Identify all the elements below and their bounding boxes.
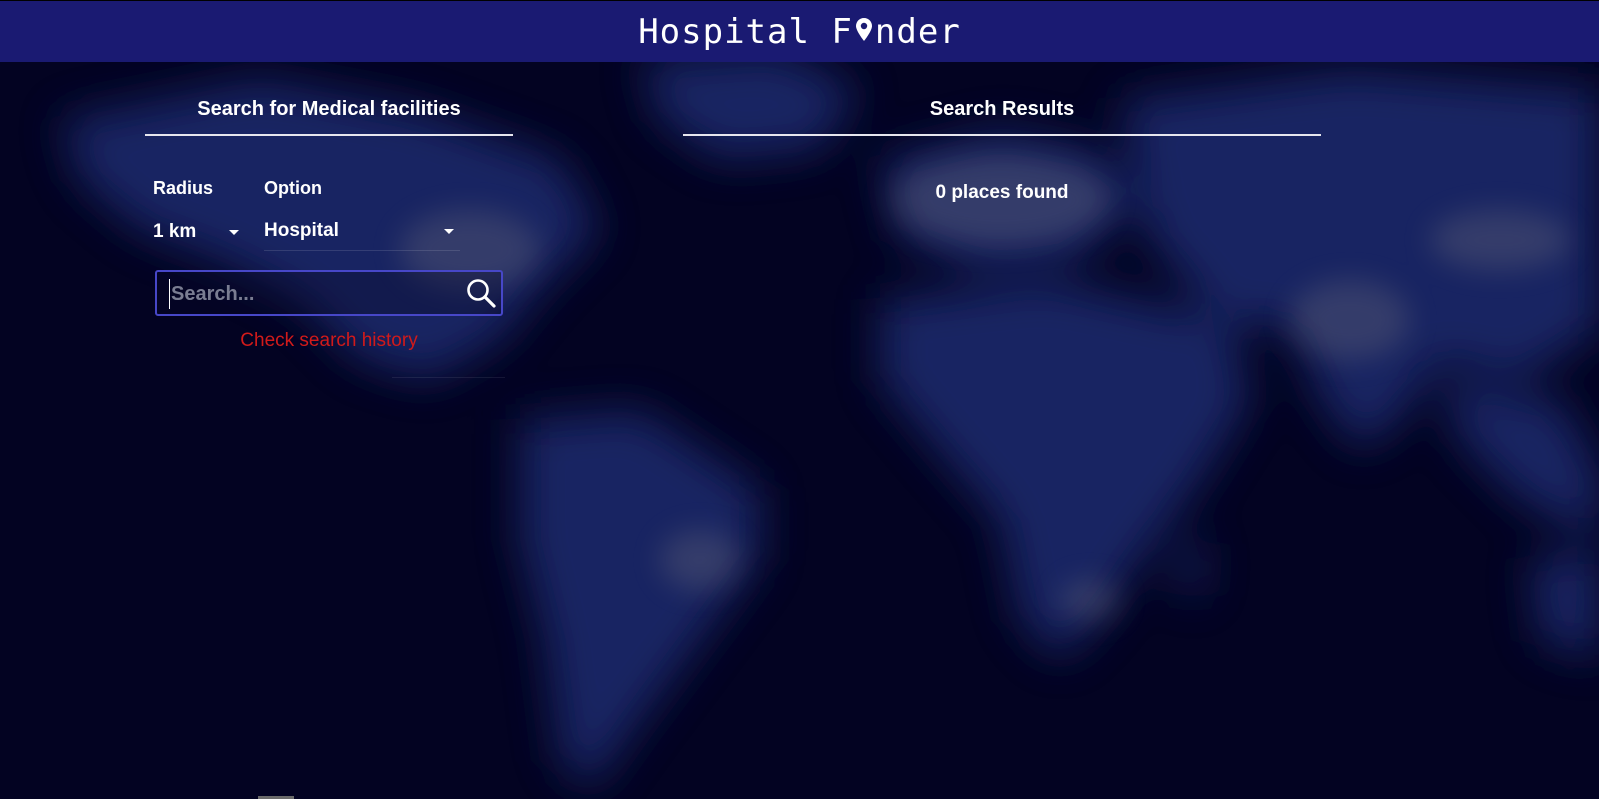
divider: [392, 377, 505, 378]
app-title: Hospital F nder: [638, 12, 961, 52]
search-panel-heading: Search for Medical facilities: [145, 98, 513, 136]
app-header: Hospital F nder: [0, 0, 1599, 62]
radius-label: Radius: [153, 178, 214, 198]
search-box: [155, 270, 503, 316]
search-history-link[interactable]: Check search history: [155, 330, 503, 352]
search-input[interactable]: [169, 279, 453, 309]
chevron-down-icon: [444, 229, 454, 234]
map-pin-icon: [855, 17, 872, 41]
option-label: Option: [264, 178, 322, 198]
app-title-text-end: nder: [874, 11, 961, 52]
results-count: 0 places found: [935, 182, 1069, 203]
app-title-text-start: Hospital F: [638, 11, 853, 52]
results-panel-heading: Search Results: [683, 98, 1321, 136]
radius-select[interactable]: 1 km: [153, 220, 241, 244]
option-select[interactable]: Hospital: [264, 220, 460, 251]
radius-select-value: 1 km: [153, 221, 197, 242]
search-icon[interactable]: [464, 276, 498, 310]
option-select-value: Hospital: [264, 220, 339, 241]
chevron-down-icon: [229, 229, 239, 235]
